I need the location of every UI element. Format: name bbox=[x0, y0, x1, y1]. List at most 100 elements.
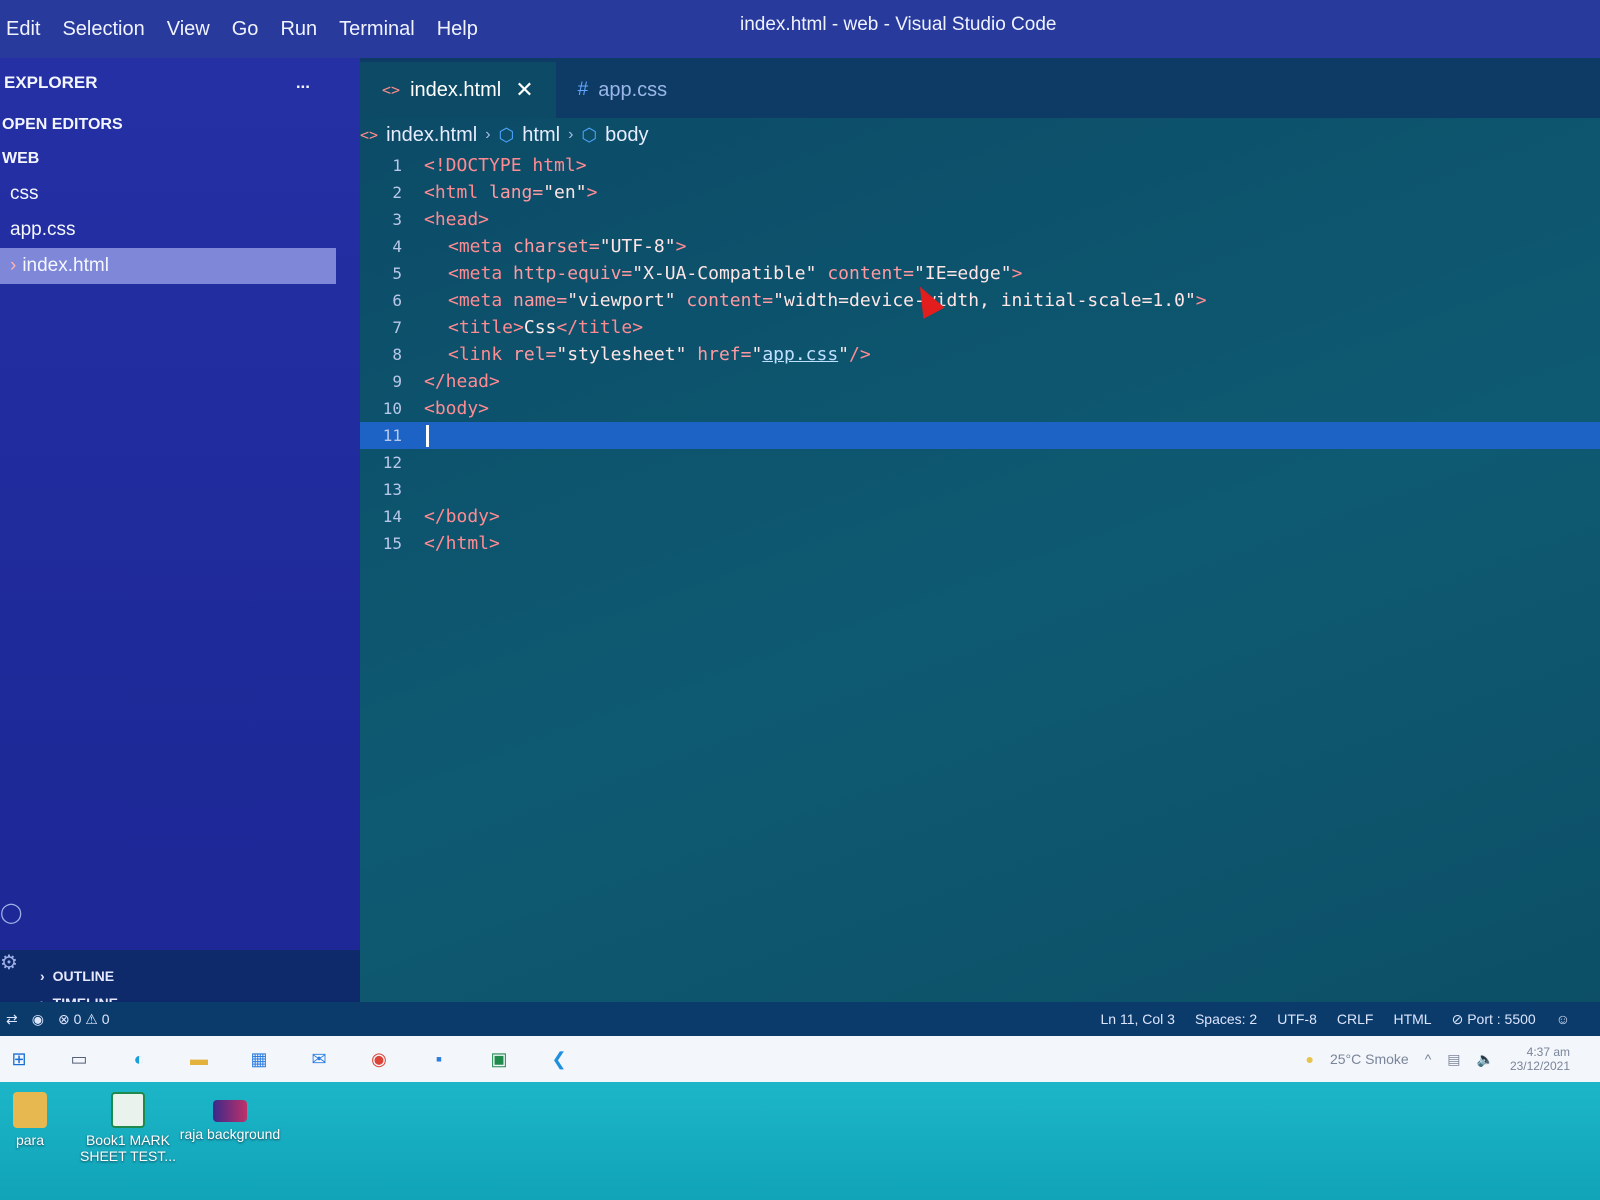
explorer-sidebar: EXPLORER ... OPEN EDITORS WEB css app.cs… bbox=[0, 58, 360, 1020]
sidebar-item-label: index.html bbox=[22, 255, 109, 276]
indentation[interactable]: Spaces: 2 bbox=[1195, 1011, 1257, 1027]
problems-indicator[interactable]: ⊗ 0 ⚠ 0 bbox=[58, 1011, 110, 1028]
code-editor[interactable]: 1 <!DOCTYPE html> 2 <html lang="en"> 3 <… bbox=[360, 152, 1600, 557]
code-line: 12 bbox=[360, 449, 1600, 476]
open-editors-section[interactable]: OPEN EDITORS bbox=[0, 108, 360, 142]
sidebar-item-index-html[interactable]: › index.html bbox=[0, 248, 336, 284]
clock-date: 23/12/2021 bbox=[1509, 1059, 1570, 1073]
menu-view[interactable]: View bbox=[167, 18, 210, 41]
code-token: "en" bbox=[543, 182, 587, 203]
windows-start-icon[interactable]: ⊞ bbox=[4, 1045, 34, 1073]
encoding[interactable]: UTF-8 bbox=[1277, 1011, 1317, 1027]
folder-web-section[interactable]: WEB bbox=[0, 142, 360, 176]
href-link[interactable]: app.css bbox=[762, 344, 838, 365]
tab-app-css[interactable]: # app.css bbox=[556, 62, 690, 118]
code-token: <!DOCTYPE html> bbox=[424, 155, 587, 176]
more-actions-icon[interactable]: ... bbox=[296, 73, 310, 93]
outline-panel[interactable]: › OUTLINE bbox=[40, 962, 360, 989]
weather-text[interactable]: 25°C Smoke bbox=[1330, 1051, 1409, 1067]
menu-selection[interactable]: Selection bbox=[62, 18, 144, 41]
file-explorer-icon[interactable]: ▬ bbox=[184, 1045, 214, 1073]
code-token: <link bbox=[448, 344, 514, 365]
line-ending[interactable]: CRLF bbox=[1337, 1011, 1374, 1027]
code-token: href= bbox=[686, 344, 752, 365]
line-number: 15 bbox=[382, 534, 402, 553]
close-icon[interactable]: ✕ bbox=[515, 77, 533, 103]
clock[interactable]: 4:37 am 23/12/2021 bbox=[1510, 1045, 1570, 1073]
code-token: /> bbox=[849, 344, 871, 365]
menu-terminal[interactable]: Terminal bbox=[339, 18, 415, 41]
code-token: > bbox=[675, 236, 687, 257]
html-file-icon: <> bbox=[382, 81, 401, 99]
editor-tabs: <> index.html ✕ # app.css bbox=[360, 58, 1600, 118]
desktop-icon-raja-background[interactable]: raja background bbox=[170, 1092, 290, 1142]
code-token: Css bbox=[523, 317, 557, 338]
chevron-right-icon: › bbox=[40, 967, 45, 984]
code-token: "stylesheet" bbox=[556, 344, 687, 365]
code-line: 2 <html lang="en"> bbox=[360, 179, 1600, 206]
windows-taskbar: ⊞ ▭ ◐ ▬ ▦ ✉ ◉ ▪ ▣ ❮ ● 25°C Smoke ^ ▤ 🔈 4… bbox=[0, 1036, 1600, 1082]
breadcrumb: <> index.html › ⬡ html › ⬡ body bbox=[360, 118, 1600, 152]
status-bar: ⇄ ◉ ⊗ 0 ⚠ 0 Ln 11, Col 3 Spaces: 2 UTF-8… bbox=[0, 1002, 1600, 1036]
text-cursor bbox=[426, 424, 429, 447]
account-icon[interactable]: ◯ bbox=[0, 900, 24, 950]
menu-go[interactable]: Go bbox=[232, 18, 259, 41]
html-file-icon: <> bbox=[360, 126, 379, 144]
excel-icon[interactable]: ▣ bbox=[484, 1045, 514, 1073]
code-token: http-equiv= bbox=[513, 263, 633, 284]
feedback-icon[interactable]: ☺ bbox=[1556, 1011, 1570, 1027]
language-mode[interactable]: HTML bbox=[1393, 1011, 1431, 1027]
sidebar-item-app-css[interactable]: app.css bbox=[0, 212, 360, 248]
clock-time: 4:37 am bbox=[1526, 1045, 1570, 1059]
network-icon[interactable]: ▤ bbox=[1447, 1051, 1460, 1068]
mail-icon[interactable]: ✉ bbox=[304, 1045, 334, 1073]
code-line: 6 <meta name="viewport" content="width=d… bbox=[360, 287, 1600, 314]
code-token: > bbox=[1195, 290, 1207, 311]
code-token: <meta bbox=[448, 236, 514, 257]
volume-icon[interactable]: 🔈 bbox=[1477, 1051, 1494, 1068]
code-token: > bbox=[586, 182, 598, 203]
sidebar-item-css[interactable]: css bbox=[0, 176, 360, 212]
line-number: 12 bbox=[382, 453, 402, 472]
line-number: 10 bbox=[382, 399, 402, 418]
tab-index-html[interactable]: <> index.html ✕ bbox=[360, 62, 556, 118]
chevron-right-icon: › bbox=[485, 126, 491, 143]
breadcrumb-html[interactable]: html bbox=[522, 124, 560, 147]
line-number: 4 bbox=[392, 237, 402, 256]
live-share-icon[interactable]: ◉ bbox=[32, 1011, 44, 1028]
desktop: para Book1 MARK SHEET TEST... raja backg… bbox=[0, 1082, 1600, 1200]
sidebar-item-label: css bbox=[10, 183, 39, 204]
task-view-icon[interactable]: ▭ bbox=[64, 1045, 94, 1073]
chrome-icon[interactable]: ◉ bbox=[364, 1045, 394, 1073]
code-token: <body> bbox=[424, 398, 490, 419]
code-token: </title> bbox=[556, 317, 644, 338]
chevron-up-icon[interactable]: ^ bbox=[1425, 1051, 1432, 1067]
remote-icon[interactable]: ⇄ bbox=[6, 1011, 18, 1028]
edge-browser-icon[interactable]: ◐ bbox=[124, 1045, 154, 1073]
line-number: 8 bbox=[392, 345, 402, 364]
live-server-port[interactable]: ⊘ Port : 5500 bbox=[1452, 1011, 1536, 1028]
sidebar-item-label: app.css bbox=[10, 219, 76, 240]
breadcrumb-file[interactable]: index.html bbox=[386, 124, 477, 147]
line-number: 6 bbox=[392, 291, 402, 310]
menu-help[interactable]: Help bbox=[437, 18, 478, 41]
vscode-icon[interactable]: ❮ bbox=[544, 1045, 574, 1073]
line-number: 3 bbox=[392, 210, 402, 229]
desktop-icon-label: para bbox=[15, 1132, 45, 1148]
cursor-position[interactable]: Ln 11, Col 3 bbox=[1100, 1011, 1174, 1027]
code-token: content= bbox=[675, 290, 774, 311]
store-icon[interactable]: ▦ bbox=[244, 1045, 274, 1073]
code-line: 4 <meta charset="UTF-8"> bbox=[360, 233, 1600, 260]
line-number: 14 bbox=[382, 507, 402, 526]
menu-edit[interactable]: Edit bbox=[6, 18, 40, 41]
element-icon: ⬡ bbox=[498, 124, 515, 145]
line-number: 11 bbox=[382, 426, 402, 445]
menu-run[interactable]: Run bbox=[280, 18, 317, 41]
current-line[interactable]: 11 bbox=[360, 422, 1600, 449]
breadcrumb-body[interactable]: body bbox=[605, 124, 648, 147]
port-label: Port : 5500 bbox=[1467, 1010, 1536, 1027]
gear-icon[interactable]: ⚙ bbox=[0, 950, 24, 1000]
code-token: "X-UA-Compatible" bbox=[632, 263, 817, 284]
app-icon[interactable]: ▪ bbox=[424, 1045, 454, 1073]
line-number: 9 bbox=[392, 372, 402, 391]
